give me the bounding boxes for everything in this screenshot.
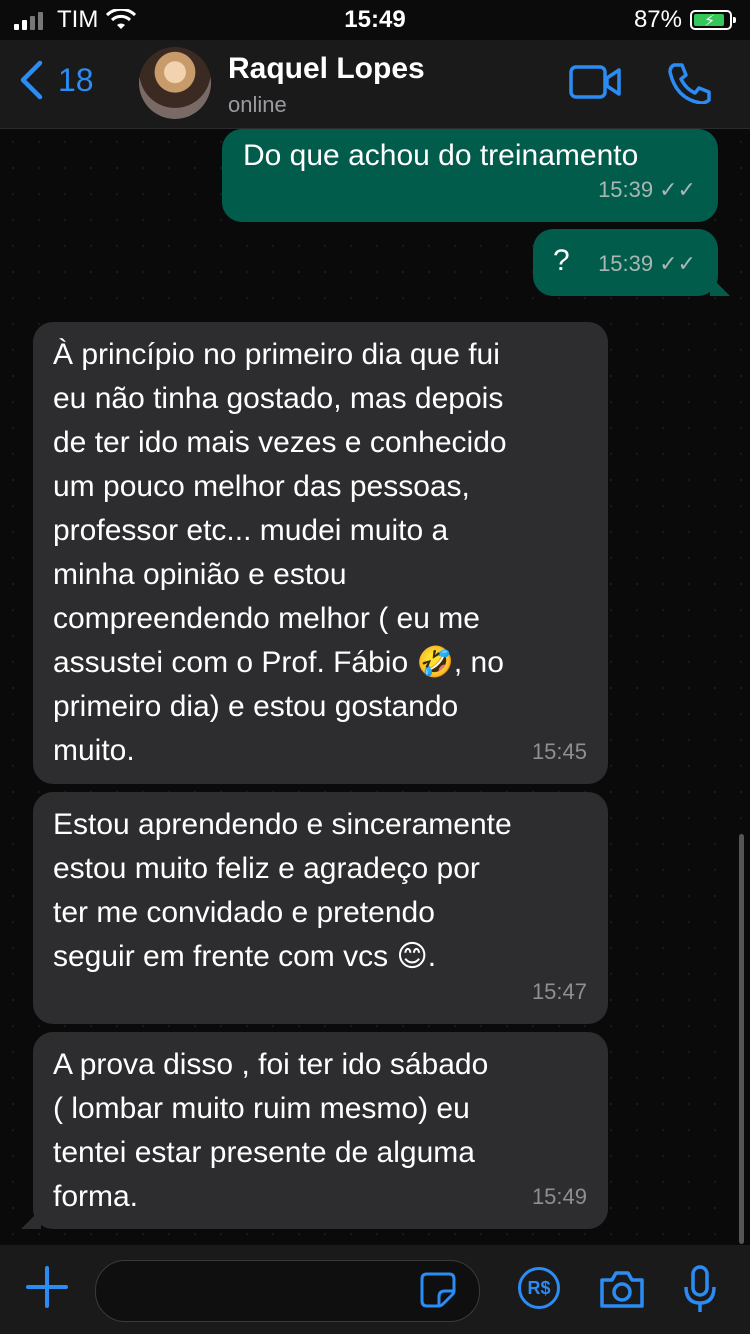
message-text: Estou aprendendo e sinceramente estou mu…: [53, 808, 512, 973]
message-meta: 15:45: [532, 730, 587, 774]
message-meta: 15:47: [532, 970, 587, 1014]
status-bar: TIM 15:49 87% ⚡: [0, 0, 750, 40]
plus-icon[interactable]: [25, 1265, 69, 1309]
message-time: 15:49: [531, 1184, 587, 1209]
video-camera-icon[interactable]: [569, 65, 621, 99]
message-meta: 15:39 ✓✓: [598, 168, 696, 212]
message-text: ?: [553, 244, 570, 277]
message-bubble-incoming[interactable]: A prova disso , foi ter ido sábado ( lom…: [21, 1032, 608, 1229]
message-bubble-incoming[interactable]: À princípio no primeiro dia que fui eu n…: [33, 322, 608, 784]
message-meta: 15:49: [532, 1175, 587, 1219]
contact-name[interactable]: Raquel Lopes: [228, 52, 425, 86]
message-bubble-outgoing[interactable]: ? 15:39 ✓✓: [533, 229, 730, 296]
message-meta: 15:39 ✓✓: [598, 242, 696, 286]
back-button[interactable]: 18: [18, 60, 94, 100]
bubble-tail: [21, 1209, 41, 1229]
message-bubble-incoming[interactable]: Estou aprendendo e sinceramente estou mu…: [33, 792, 608, 1024]
phone-icon[interactable]: [666, 62, 712, 104]
double-check-icon: ✓✓: [659, 177, 696, 202]
message-time: 15:39: [598, 177, 654, 202]
message-time: 15:39: [598, 251, 654, 276]
double-check-icon: ✓✓: [659, 251, 696, 276]
chevron-left-icon: [20, 60, 43, 100]
battery-icon: ⚡: [690, 10, 736, 30]
chat-header: 18 Raquel Lopes online: [0, 40, 750, 129]
payment-label: R$: [527, 1277, 551, 1298]
message-bubble-outgoing[interactable]: Do que achou do treinamento 15:39 ✓✓: [222, 129, 718, 222]
battery-percent: 87%: [633, 6, 682, 33]
message-text: Do que achou do treinamento: [243, 139, 639, 172]
message-text: À princípio no primeiro dia que fui eu n…: [53, 338, 507, 767]
message-time: 15:47: [531, 979, 587, 1004]
bubble-tail: [710, 276, 730, 296]
contact-status: online: [228, 92, 287, 117]
message-text: A prova disso , foi ter ido sábado ( lom…: [53, 1048, 489, 1213]
message-time: 15:45: [531, 739, 587, 764]
unread-count: 18: [58, 61, 94, 98]
input-bar: R$: [0, 1245, 750, 1334]
sticker-icon[interactable]: [419, 1271, 457, 1309]
microphone-icon[interactable]: [683, 1265, 717, 1315]
avatar[interactable]: [139, 47, 211, 119]
chat-area[interactable]: Do que achou do treinamento 15:39 ✓✓ ? 1…: [0, 129, 750, 1245]
scrollbar[interactable]: [739, 834, 744, 1244]
payment-button[interactable]: R$: [518, 1267, 560, 1309]
camera-icon[interactable]: [598, 1270, 646, 1310]
